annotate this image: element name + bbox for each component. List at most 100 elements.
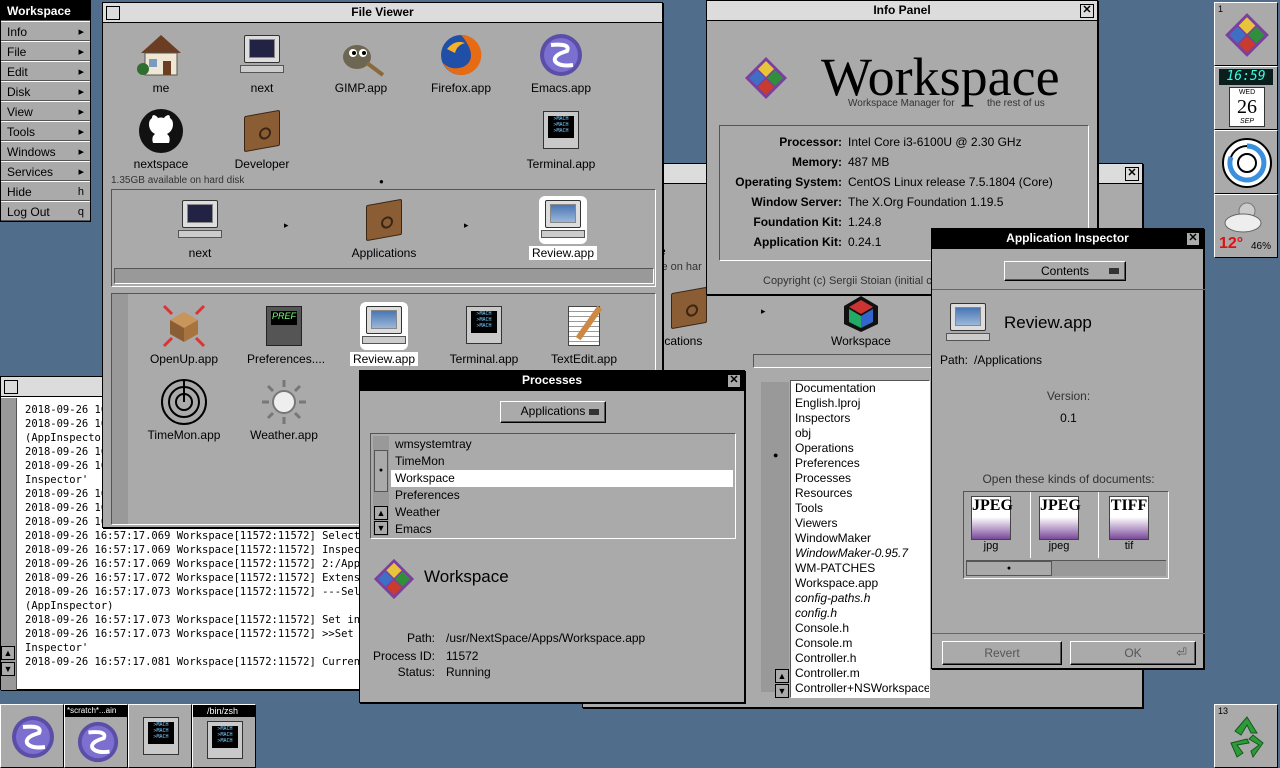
directory-list-item[interactable]: WindowMaker: [791, 531, 929, 546]
doc-type-tif[interactable]: TIFF tif: [1104, 492, 1154, 554]
menu-item-view[interactable]: View ▸: [1, 101, 90, 121]
icon-view-scrollbar[interactable]: [112, 294, 128, 524]
menu-item-services[interactable]: Services ▸: [1, 161, 90, 181]
taskbar-emacs-scratch[interactable]: *scratch*...ain: [64, 704, 128, 768]
process-list-item[interactable]: Workspace: [391, 470, 733, 487]
process-list-item[interactable]: wmsystemtray: [391, 436, 733, 453]
directory-list-item[interactable]: Controller.m: [791, 666, 929, 681]
shelf-terminal[interactable]: >MACH >MACH >MACH Terminal.app: [521, 107, 601, 171]
workspace-cube-icon[interactable]: [841, 294, 881, 334]
info-panel-titlebar[interactable]: Info Panel ✕: [707, 1, 1097, 21]
directory-list-item[interactable]: WM-PATCHES: [791, 561, 929, 576]
directory-list-item[interactable]: Operations: [791, 441, 929, 456]
processes-titlebar[interactable]: Processes ✕: [360, 371, 744, 391]
shelf-firefox[interactable]: Firefox.app: [421, 31, 501, 95]
shelf-developer[interactable]: Developer: [222, 107, 302, 171]
console-scrollbar[interactable]: ▲ ▼: [1, 398, 17, 690]
taskbar-terminal[interactable]: >MACH >MACH >MACH: [128, 704, 192, 768]
ok-button[interactable]: OK ⏎: [1070, 641, 1196, 665]
taskbar-zsh[interactable]: /bin/zsh >MACH >MACH >MACH: [192, 704, 256, 768]
close-icon[interactable]: ✕: [1186, 232, 1200, 246]
directory-list-item[interactable]: Inspectors: [791, 411, 929, 426]
dock-recycler[interactable]: 13: [1214, 704, 1278, 768]
file-timemon[interactable]: TimeMon.app: [144, 378, 224, 442]
menu-item-windows[interactable]: Windows ▸: [1, 141, 90, 161]
process-list-item[interactable]: TimeMon: [391, 453, 733, 470]
dock-workspace-app[interactable]: 1: [1214, 2, 1278, 66]
menu-title[interactable]: Workspace: [1, 1, 90, 21]
directory-list-item[interactable]: Viewers: [791, 516, 929, 531]
dock-clock[interactable]: 16:59 WED 26 SEP: [1214, 66, 1278, 130]
menu-item-tools[interactable]: Tools ▸: [1, 121, 90, 141]
path-applications[interactable]: Applications: [344, 196, 424, 260]
inspector-popup-button[interactable]: Contents: [1004, 261, 1126, 281]
doc-type-jpeg[interactable]: JPEG jpeg: [1034, 492, 1084, 554]
shelf-home-me[interactable]: me: [121, 31, 201, 95]
process-list-item[interactable]: Weather: [391, 504, 733, 521]
directory-list-item[interactable]: WindowMaker-0.95.7: [791, 546, 929, 561]
scroll-up-button[interactable]: ▲: [1, 646, 15, 660]
directory-list-item[interactable]: config-paths.h: [791, 591, 929, 606]
menu-item-log-out[interactable]: Log Out q: [1, 201, 90, 221]
file-openup[interactable]: OpenUp.app: [144, 302, 224, 366]
close-icon[interactable]: ✕: [1125, 167, 1139, 181]
directory-list-item[interactable]: Documentation: [791, 381, 929, 396]
close-icon[interactable]: ✕: [727, 374, 741, 388]
list-scroll-up[interactable]: ▲: [775, 669, 789, 683]
doc-type-jpg[interactable]: JPEG jpg: [966, 492, 1016, 554]
shelf-next[interactable]: next: [222, 31, 302, 95]
directory-list-item[interactable]: English.lproj: [791, 396, 929, 411]
menu-item-disk[interactable]: Disk ▸: [1, 81, 90, 101]
menu-item-hide[interactable]: Hide h: [1, 181, 90, 201]
shelf-resize-handle[interactable]: ●: [379, 177, 384, 186]
path-applications-label: lications: [659, 334, 703, 348]
directory-list-item[interactable]: obj: [791, 426, 929, 441]
scroll-down-button[interactable]: ▼: [1, 662, 15, 676]
file-review-app[interactable]: Review.app: [344, 302, 424, 366]
directory-list[interactable]: Documentation English.lproj Inspectors obj O…: [790, 380, 930, 698]
list-scroll-down[interactable]: ▼: [775, 684, 789, 698]
revert-button[interactable]: Revert: [942, 641, 1062, 665]
path-next[interactable]: next: [160, 196, 240, 260]
file-preferences[interactable]: PREF Preferences....: [244, 302, 325, 366]
miniaturize-button[interactable]: [106, 6, 120, 20]
taskbar-emacs[interactable]: [0, 704, 64, 768]
scroll-up-button[interactable]: ▲: [374, 506, 388, 520]
file-viewer-titlebar[interactable]: File Viewer: [103, 3, 662, 23]
path-scrollbar[interactable]: [114, 268, 654, 284]
inspector-titlebar[interactable]: Application Inspector ✕: [932, 229, 1203, 249]
menu-item-file[interactable]: File ▸: [1, 41, 90, 61]
path-review-app[interactable]: Review.app: [523, 196, 603, 260]
shelf-emacs[interactable]: Emacs.app: [521, 31, 601, 95]
menu-item-edit[interactable]: Edit ▸: [1, 61, 90, 81]
process-list-item[interactable]: Preferences: [391, 487, 733, 504]
scroll-knob[interactable]: ●: [773, 450, 789, 470]
shelf-gimp[interactable]: GIMP.app: [321, 31, 401, 95]
processes-popup-button[interactable]: Applications: [500, 401, 606, 423]
directory-list-item[interactable]: Tools: [791, 501, 929, 516]
directory-list-item[interactable]: Controller+NSWorkspace...: [791, 681, 929, 696]
directory-list-item[interactable]: Console.h: [791, 621, 929, 636]
close-icon[interactable]: ✕: [1080, 4, 1094, 18]
directory-list-item[interactable]: Preferences: [791, 456, 929, 471]
directory-list-item[interactable]: Controller.h: [791, 651, 929, 666]
miniaturize-button[interactable]: [4, 380, 18, 394]
process-list-item[interactable]: Emacs: [391, 521, 733, 538]
doc-scrollbar[interactable]: ●: [966, 560, 1166, 576]
directory-list-item[interactable]: Workspace.app: [791, 576, 929, 591]
directory-list-item[interactable]: Resources: [791, 486, 929, 501]
file-weather[interactable]: Weather.app: [244, 378, 324, 442]
scroll-knob[interactable]: ●: [374, 450, 388, 492]
directory-list-item[interactable]: Console.m: [791, 636, 929, 651]
file-textedit[interactable]: TextEdit.app: [544, 302, 624, 366]
directory-list-item[interactable]: Processes: [791, 471, 929, 486]
scroll-down-button[interactable]: ▼: [374, 521, 388, 535]
shelf-nextspace[interactable]: nextspace: [121, 107, 201, 171]
scroll-knob[interactable]: ●: [966, 561, 1052, 576]
file-terminal[interactable]: >MACH >MACH >MACH Terminal.app: [444, 302, 524, 366]
dock-weather[interactable]: 12° 46%: [1214, 194, 1278, 258]
menu-item-info[interactable]: Info ▸: [1, 21, 90, 41]
directory-list-item[interactable]: config.h: [791, 606, 929, 621]
dock-timemon[interactable]: [1214, 130, 1278, 194]
process-list-scrollbar[interactable]: ● ▲ ▼: [373, 436, 389, 536]
